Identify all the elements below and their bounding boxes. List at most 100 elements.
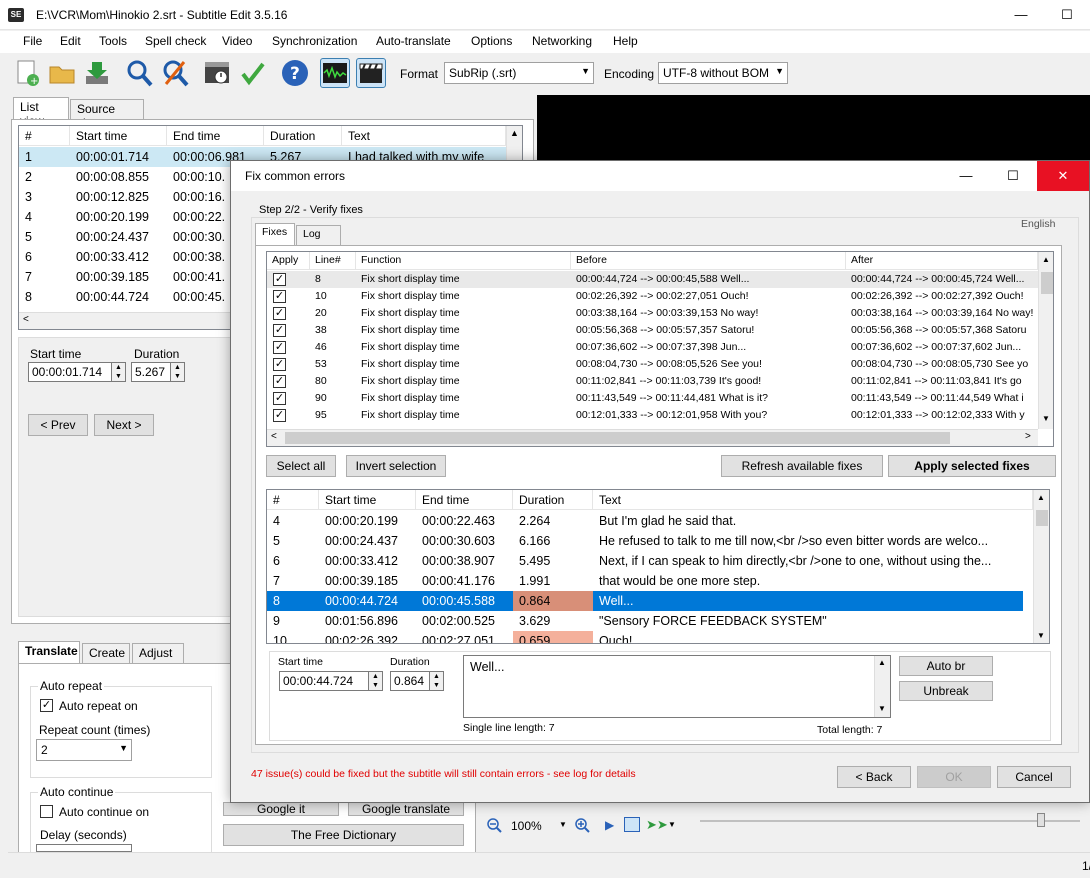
find-icon[interactable] [124,58,154,88]
start-time-spinner[interactable]: ▲ ▼ [112,362,126,382]
dialog-minimize-button[interactable]: — [943,161,989,191]
subtitle-text-editor[interactable]: Well... [463,655,891,718]
col-header-apply[interactable]: Apply [267,252,310,270]
tab-adjust[interactable]: Adjust [132,643,184,663]
replace-icon[interactable] [160,58,190,88]
apply-checkbox[interactable]: ✓ [273,307,286,320]
menu-file[interactable]: File [23,34,42,48]
chevron-left-icon[interactable]: < [271,431,277,442]
spell-check-icon[interactable] [238,58,268,88]
video-player[interactable] [537,95,1090,160]
prev-button[interactable]: < Prev [28,414,88,436]
apply-checkbox[interactable]: ✓ [273,375,286,388]
editor-scrollbar[interactable]: ▲ ▼ [874,656,890,717]
col-header-end[interactable]: End time [167,126,264,146]
table-row[interactable]: 5 00:00:24.437 00:00:30.603 6.166 He ref… [267,531,1049,551]
fix-row[interactable]: ✓ 20 Fix short display time 00:03:38,164… [267,305,1053,322]
zoom-in-icon[interactable] [574,817,590,836]
fix-row[interactable]: ✓ 8 Fix short display time 00:00:44,724 … [267,271,1053,288]
next-button[interactable]: Next > [94,414,154,436]
menu-networking[interactable]: Networking [532,34,592,48]
delay-input[interactable] [36,844,132,852]
dialog-duration-input[interactable]: 0.864 [390,671,430,691]
encoding-select[interactable]: UTF-8 without BOM ▼ [658,62,788,84]
col-header-duration[interactable]: Duration [264,126,342,146]
fast-forward-icon[interactable]: ➤➤ [646,817,668,833]
table-row[interactable]: 9 00:01:56.896 00:02:00.525 3.629 "Senso… [267,611,1049,631]
seek-slider-thumb[interactable] [1037,813,1045,827]
chevron-up-icon[interactable]: ▲ [878,658,886,667]
google-it-button[interactable]: Google it [223,802,339,816]
col-header-start[interactable]: Start time [319,490,416,510]
waveform-icon[interactable] [320,58,350,88]
fixes-horizontal-scrollbar[interactable]: < > [267,429,1038,446]
dialog-close-button[interactable]: ✕ [1037,161,1089,191]
apply-checkbox[interactable]: ✓ [273,341,286,354]
grid-view-icon[interactable] [624,817,640,832]
start-time-input[interactable]: 00:00:01.714 [28,362,112,382]
chevron-down-icon[interactable]: ▼ [1042,414,1050,423]
col-header-text[interactable]: Text [593,490,1033,510]
col-header-number[interactable]: # [19,126,70,146]
duration-input[interactable]: 5.267 [131,362,171,382]
menu-help[interactable]: Help [613,34,638,48]
apply-checkbox[interactable]: ✓ [273,324,286,337]
visual-sync-icon[interactable] [202,58,232,88]
col-header-function[interactable]: Function [356,252,571,270]
auto-continue-checkbox[interactable] [40,805,53,818]
col-header-start[interactable]: Start time [70,126,167,146]
auto-br-button[interactable]: Auto br [899,656,993,676]
ok-button[interactable]: OK [917,766,991,788]
seek-slider-track[interactable] [700,820,1080,822]
col-header-before[interactable]: Before [571,252,846,270]
col-header-duration[interactable]: Duration [513,490,593,510]
fix-row[interactable]: ✓ 10 Fix short display time 00:02:26,392… [267,288,1053,305]
dialog-start-time-input[interactable]: 00:00:44.724 [279,671,369,691]
format-select[interactable]: SubRip (.srt) ▼ [444,62,594,84]
col-header-after[interactable]: After [846,252,1038,270]
dialog-duration-spinner[interactable]: ▲ ▼ [430,671,444,691]
fix-row[interactable]: ✓ 80 Fix short display time 00:11:02,841… [267,373,1053,390]
google-translate-button[interactable]: Google translate [348,802,464,816]
help-icon[interactable]: ? [280,58,310,88]
new-file-icon[interactable]: + [12,58,42,88]
col-header-text[interactable]: Text [342,126,506,146]
chevron-down-icon[interactable]: ▼ [559,820,567,829]
duration-spinner[interactable]: ▲ ▼ [171,362,185,382]
preview-vertical-scrollbar[interactable]: ▲ ▼ [1033,490,1049,643]
menu-auto-translate[interactable]: Auto-translate [376,34,451,48]
menu-tools[interactable]: Tools [99,34,127,48]
chevron-right-icon[interactable]: > [1025,431,1031,442]
menu-video[interactable]: Video [222,34,252,48]
menu-options[interactable]: Options [471,34,512,48]
fix-row[interactable]: ✓ 95 Fix short display time 00:12:01,333… [267,407,1053,424]
tab-fixes[interactable]: Fixes [255,223,295,245]
scrollbar-thumb[interactable] [1036,510,1048,526]
apply-checkbox[interactable]: ✓ [273,358,286,371]
invert-selection-button[interactable]: Invert selection [346,455,446,477]
dialog-maximize-button[interactable]: ☐ [990,161,1036,191]
chevron-up-icon[interactable]: ▲ [1037,493,1045,502]
chevron-down-icon[interactable]: ▼ [668,820,676,829]
col-header-line[interactable]: Line# [310,252,356,270]
menu-synchronization[interactable]: Synchronization [272,34,357,48]
back-button[interactable]: < Back [837,766,911,788]
tab-log[interactable]: Log [296,225,341,245]
repeat-count-select[interactable]: 2 ▼ [36,739,132,761]
select-all-button[interactable]: Select all [266,455,336,477]
save-download-icon[interactable] [82,58,112,88]
play-icon[interactable]: ▶ [605,818,614,832]
unbreak-button[interactable]: Unbreak [899,681,993,701]
cancel-button[interactable]: Cancel [997,766,1071,788]
table-row[interactable]: 7 00:00:39.185 00:00:41.176 1.991 that w… [267,571,1049,591]
apply-checkbox[interactable]: ✓ [273,409,286,422]
chevron-down-icon[interactable]: ▼ [1037,631,1045,640]
video-clapper-icon[interactable] [356,58,386,88]
fix-row[interactable]: ✓ 46 Fix short display time 00:07:36,602… [267,339,1053,356]
chevron-up-icon[interactable]: ▲ [1042,255,1050,264]
chevron-up-icon[interactable]: ▲ [510,128,519,138]
fix-row[interactable]: ✓ 38 Fix short display time 00:05:56,368… [267,322,1053,339]
minimize-button[interactable]: — [998,0,1044,30]
menu-spell-check[interactable]: Spell check [145,34,206,48]
table-row[interactable]: 4 00:00:20.199 00:00:22.463 2.264 But I'… [267,511,1049,531]
